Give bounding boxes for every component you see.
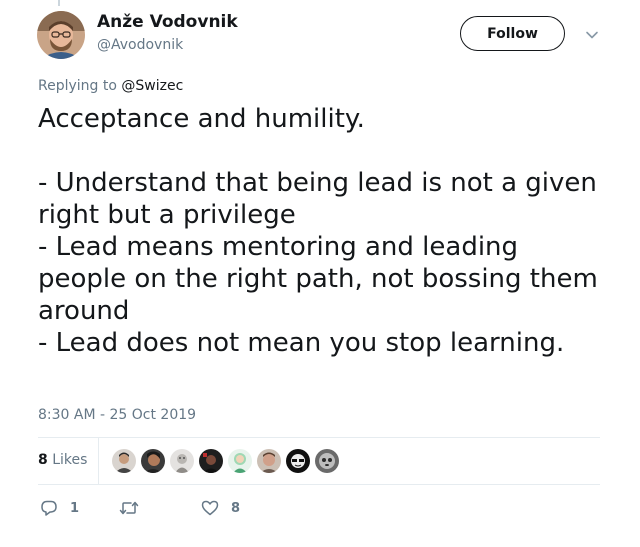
- reply-count: 1: [70, 500, 80, 516]
- liker-avatar-7[interactable]: [286, 449, 310, 473]
- retweet-action[interactable]: [119, 498, 151, 518]
- thread-connector-line: [58, 0, 60, 6]
- stats-vertical-divider: [98, 438, 99, 484]
- likes-label: Likes: [52, 452, 88, 468]
- reply-icon: [40, 499, 58, 517]
- tweet-text: Acceptance and humility. - Understand th…: [38, 104, 598, 358]
- likes-count: 8: [38, 452, 48, 468]
- liker-avatar-5[interactable]: [228, 449, 252, 473]
- stats-divider-top: [38, 437, 600, 438]
- author-handle[interactable]: @Avodovnik: [97, 37, 183, 53]
- replying-to-line: Replying to @Swizec: [38, 78, 183, 94]
- reply-action[interactable]: 1: [40, 498, 79, 518]
- avatar-photo-icon: [37, 11, 85, 59]
- liker-avatar-6[interactable]: [257, 449, 281, 473]
- like-count: 8: [231, 500, 241, 516]
- liker-avatar-1[interactable]: [112, 449, 136, 473]
- follow-button[interactable]: Follow: [460, 16, 565, 51]
- tweet-timestamp[interactable]: 8:30 AM - 25 Oct 2019: [38, 407, 196, 423]
- liker-avatar-8[interactable]: [315, 449, 339, 473]
- likes-stat[interactable]: 8 Likes: [38, 452, 87, 468]
- author-avatar[interactable]: [37, 11, 85, 59]
- author-name[interactable]: Anže Vodovnik: [97, 12, 238, 32]
- replying-to-label: Replying to: [38, 78, 122, 94]
- heart-icon: [201, 499, 219, 517]
- stats-divider-bottom: [38, 484, 600, 485]
- liker-avatar-4[interactable]: [199, 449, 223, 473]
- chevron-down-icon[interactable]: [585, 27, 599, 41]
- like-action[interactable]: 8: [201, 498, 240, 518]
- liker-avatar-3[interactable]: [170, 449, 194, 473]
- retweet-icon: [119, 499, 139, 517]
- reply-mention-link[interactable]: @Swizec: [121, 78, 183, 94]
- liker-avatar-2[interactable]: [141, 449, 165, 473]
